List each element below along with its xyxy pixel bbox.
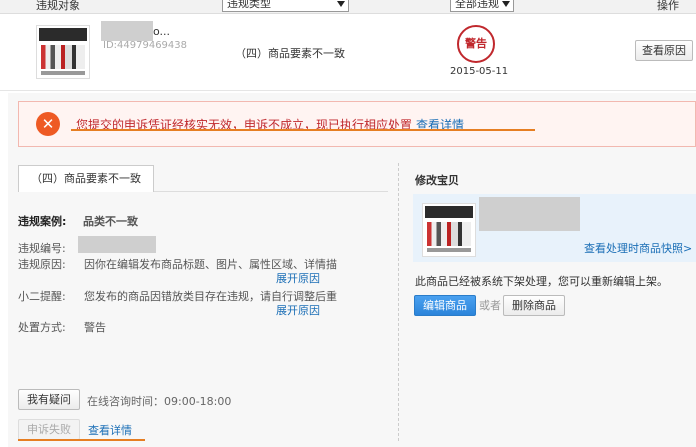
violation-type-select-value: 违规类型 — [227, 0, 271, 10]
table-header: 违规对象 违规类型 全部违规 操作 — [0, 0, 696, 14]
fix-section-title: 修改宝贝 — [415, 174, 459, 187]
penalty-value: 警告 — [84, 321, 106, 334]
annotation-underline — [71, 129, 535, 131]
product-thumbnail[interactable] — [422, 203, 476, 257]
view-detail-link[interactable]: 查看详情 — [88, 422, 132, 438]
penalty-label: 处置方式: — [18, 321, 66, 334]
reason-label: 违规原因: — [18, 258, 66, 271]
column-header-action: 操作 — [657, 0, 679, 12]
column-header-object: 违规对象 — [36, 0, 80, 12]
case-label: 违规案例: — [18, 215, 67, 228]
appeal-failed-button: 申诉失败 — [18, 419, 80, 440]
chevron-down-icon — [337, 1, 345, 7]
ask-question-button[interactable]: 我有疑问 — [18, 389, 80, 410]
violation-type-select[interactable]: 违规类型 — [222, 0, 349, 12]
chevron-down-icon — [502, 1, 510, 7]
violation-record-row: o... ID:44979469438 （四）商品要素不一致 警告 2015-0… — [0, 15, 696, 91]
violation-status-select-value: 全部违规 — [455, 0, 499, 10]
x-circle-icon: ✕ — [36, 112, 60, 136]
delisted-message: 此商品已经被系统下架处理，您可以重新编辑上架。 — [415, 275, 668, 288]
tip-label: 小二提醒: — [18, 290, 66, 303]
snapshot-link[interactable]: 查看处理时商品快照> — [584, 240, 692, 256]
warning-stamp: 警告 — [457, 25, 495, 63]
tab-divider — [154, 191, 388, 192]
redacted-product-name — [101, 21, 153, 41]
tab-violation-type[interactable]: （四）商品要素不一致 — [18, 165, 154, 192]
product-name[interactable]: o... — [153, 25, 170, 38]
annotation-underline — [18, 439, 145, 441]
expand-reason-link[interactable]: 展开原因 — [276, 270, 320, 286]
appeal-failed-alert: ✕ 您提交的申诉凭证经核实无效，申诉不成立，现已执行相应处置 查看详情 — [18, 101, 696, 147]
product-thumbnail[interactable] — [36, 25, 90, 79]
redacted-violation-number — [78, 236, 156, 253]
number-label: 违规编号: — [18, 242, 66, 255]
delete-product-button[interactable]: 删除商品 — [503, 295, 565, 316]
panel-divider — [398, 163, 399, 441]
case-value: 品类不一致 — [83, 215, 138, 228]
consult-hours: 在线咨询时间：09:00-18:00 — [87, 395, 232, 408]
expand-tip-link[interactable]: 展开原因 — [276, 302, 320, 318]
redacted-product-title — [479, 197, 580, 231]
view-reason-button[interactable]: 查看原因 — [635, 40, 693, 61]
product-id: ID:44979469438 — [103, 40, 188, 51]
edit-product-button[interactable]: 编辑商品 — [414, 295, 476, 316]
violation-date: 2015-05-11 — [450, 66, 509, 77]
violation-type: （四）商品要素不一致 — [235, 47, 345, 60]
or-text: 或者 — [479, 299, 501, 312]
violation-status-select[interactable]: 全部违规 — [450, 0, 514, 12]
